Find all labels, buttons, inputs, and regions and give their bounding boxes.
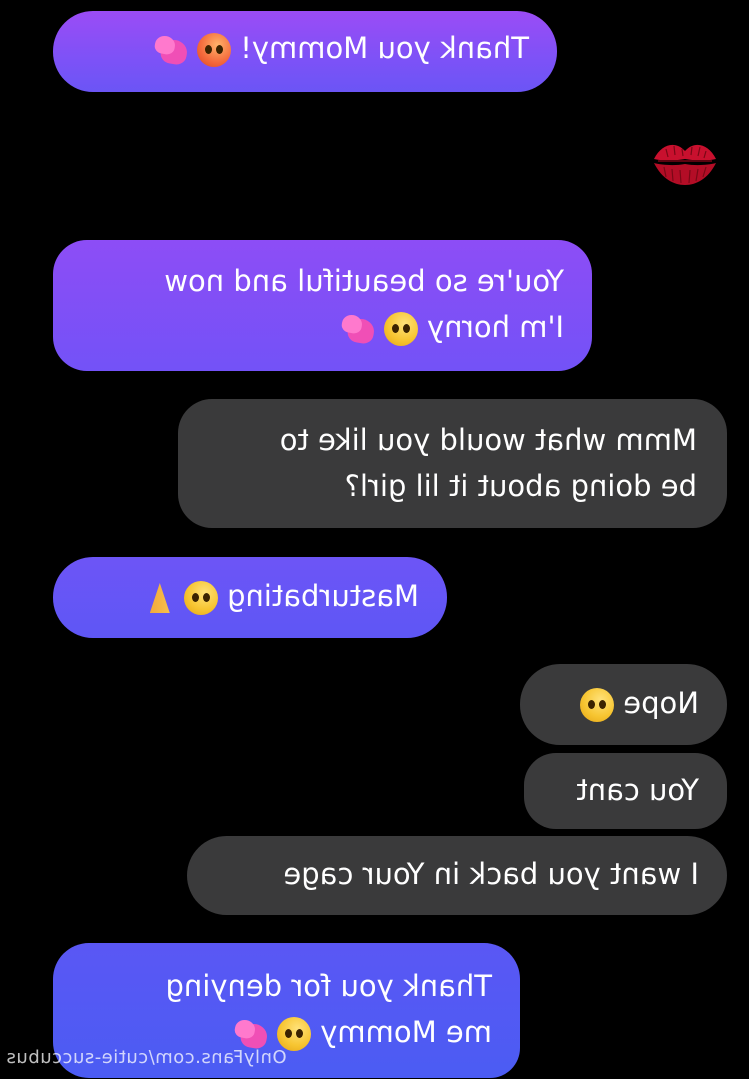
message-bubble-sent[interactable]: Nope: [520, 664, 727, 745]
message-text: Masturbating: [85, 573, 419, 619]
message-text: Thank you Mommy!: [85, 25, 529, 71]
message-line: Masturbating: [85, 573, 419, 619]
kiss-mark-icon: [654, 144, 716, 185]
sparkling-heart-icon: [151, 34, 189, 67]
message-text: Thank you for denying me Mommy: [89, 963, 492, 1055]
sparkling-heart-icon: [231, 1018, 269, 1051]
message-text: Nope: [550, 680, 699, 726]
flushed-face-icon: [277, 1017, 312, 1051]
message-text: I want you back in Your cage: [217, 851, 699, 897]
message-line: Thank you Mommy!: [85, 25, 529, 71]
message-line: I'm horny: [89, 304, 564, 350]
smirking-face-icon: [580, 688, 615, 722]
message-line: You're so beautiful and now: [164, 264, 564, 298]
message-text: Mmm what would you like to be doing abou…: [214, 417, 697, 509]
message-text: You're so beautiful and now I'm horny: [89, 258, 564, 350]
folded-hands-icon: [144, 581, 176, 615]
message-line: Nope: [550, 680, 699, 726]
message-line: be doing about it lil girl?: [344, 469, 697, 503]
message-line: I want you back in Your cage: [283, 857, 699, 891]
hot-face-icon: [196, 33, 231, 67]
pleading-face-icon: [383, 312, 418, 346]
message-line: Mmm what would you like to: [279, 423, 697, 457]
message-bubble-received[interactable]: You're so beautiful and now I'm horny: [53, 240, 592, 371]
message-text: You cant: [554, 767, 699, 813]
message-bubble-received[interactable]: Thank you Mommy!: [53, 11, 557, 92]
message-bubble-sent[interactable]: I want you back in Your cage: [187, 836, 727, 915]
watermark: OnlyFans.com/cutie-succubus: [6, 1047, 287, 1068]
message-bubble-sent[interactable]: Mmm what would you like to be doing abou…: [178, 399, 727, 528]
sparkling-heart-icon: [338, 313, 376, 346]
message-bubble-sent[interactable]: You cant: [524, 753, 727, 829]
message-bubble-received[interactable]: Masturbating: [53, 557, 447, 638]
message-line: Thank you for denying: [165, 969, 493, 1003]
pleading-face-icon: [183, 581, 218, 615]
message-line: You cant: [576, 773, 699, 807]
